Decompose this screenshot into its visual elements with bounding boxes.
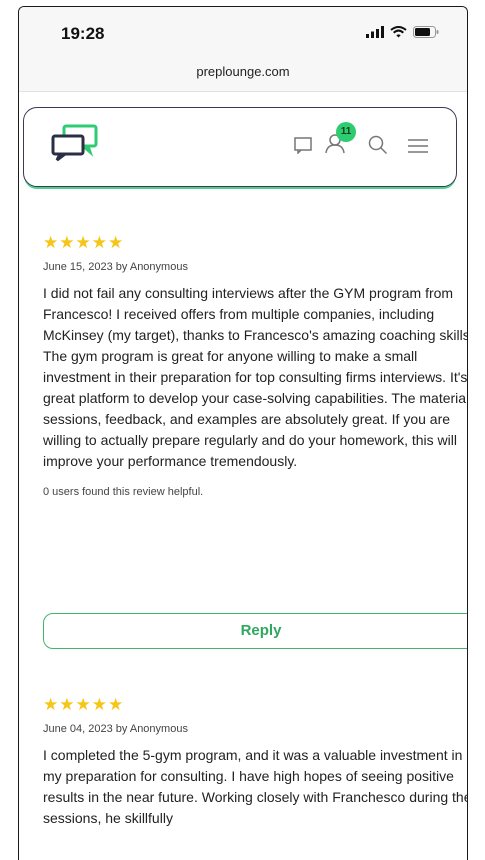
notification-badge[interactable]: 11 — [336, 122, 356, 142]
review-body: I did not fail any consulting interviews… — [43, 283, 468, 472]
review-paragraph: I completed the 5-gym program, and it wa… — [43, 747, 468, 826]
browser-address-bar[interactable]: preplounge.com — [19, 57, 467, 92]
review-paragraph: I did not fail any consulting interviews… — [43, 285, 468, 343]
review-card: ★★★★★ June 15, 2023 by Anonymous I did n… — [43, 233, 468, 498]
reply-button[interactable]: Reply — [43, 613, 467, 649]
preplounge-logo-icon[interactable] — [50, 124, 100, 167]
chat-icon[interactable] — [294, 136, 312, 159]
star-rating: ★★★★★ — [43, 233, 125, 252]
review-body: I completed the 5-gym program, and it wa… — [43, 745, 468, 829]
status-bar: 19:28 — [19, 7, 467, 57]
battery-icon — [413, 25, 439, 43]
site-header: 11 — [23, 107, 457, 187]
star-rating: ★★★★★ — [43, 695, 125, 714]
cellular-signal-icon — [366, 25, 384, 43]
status-time: 19:28 — [61, 24, 105, 43]
review-card: ★★★★★ June 04, 2023 by Anonymous I compl… — [43, 695, 468, 829]
review-meta: June 04, 2023 by Anonymous — [43, 723, 188, 735]
url-text[interactable]: preplounge.com — [19, 64, 467, 79]
phone-screen: 19:28 preplounge.com 11 ★★★★★ June 15, 2… — [18, 6, 468, 860]
search-icon[interactable] — [368, 135, 388, 160]
review-meta: June 15, 2023 by Anonymous — [43, 261, 188, 273]
helpful-count: 0 users found this review helpful. — [43, 486, 204, 498]
menu-icon[interactable] — [408, 139, 428, 158]
system-icons — [366, 25, 439, 43]
review-paragraph: The gym program is great for anyone will… — [43, 348, 468, 469]
wifi-icon — [390, 25, 407, 43]
